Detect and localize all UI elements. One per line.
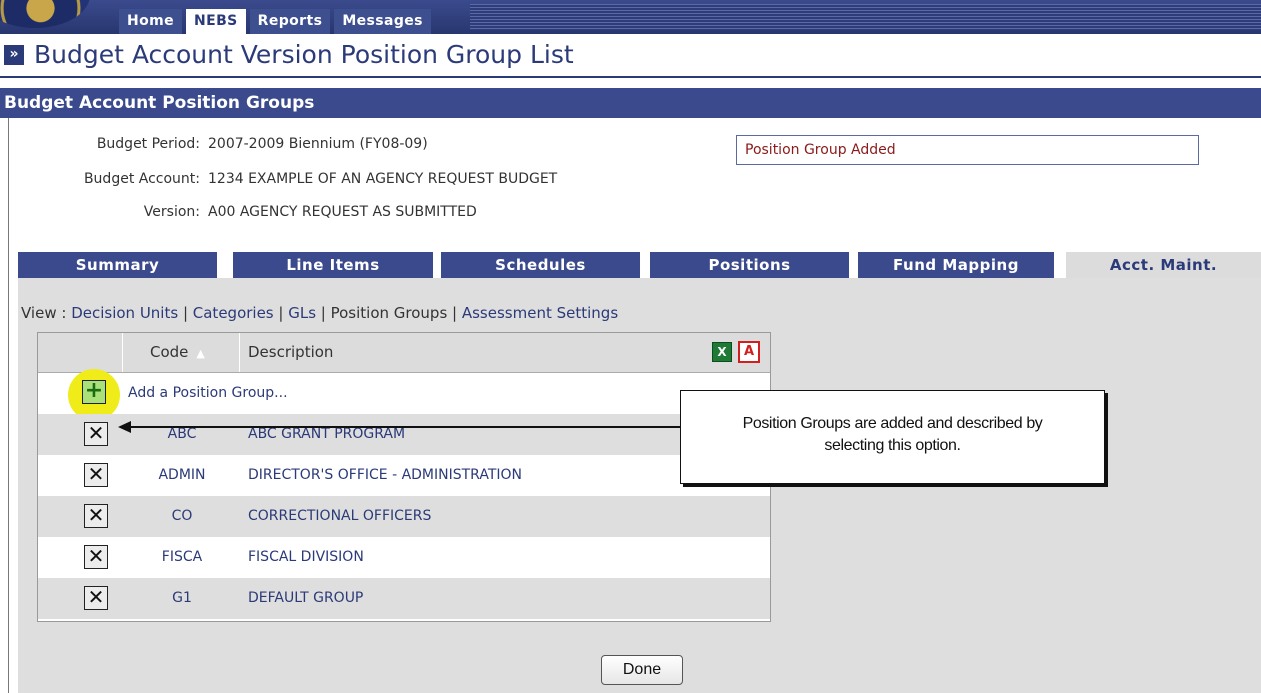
add-icon[interactable]: + xyxy=(82,380,106,404)
tab-acct-maint[interactable]: Acct. Maint. xyxy=(1066,252,1261,278)
delete-icon[interactable]: ✕ xyxy=(84,586,108,610)
state-seal-logo xyxy=(0,0,90,28)
row-description[interactable]: DEFAULT GROUP xyxy=(248,578,363,619)
callout-line-1: Position Groups are added and described … xyxy=(742,415,1043,432)
add-row: + Add a Position Group... xyxy=(38,369,770,421)
done-button[interactable]: Done xyxy=(601,655,683,685)
top-bar: Home NEBS Reports Messages xyxy=(0,0,1261,34)
excel-export-icon[interactable]: X xyxy=(712,342,732,362)
row-description[interactable]: FISCAL DIVISION xyxy=(248,537,364,578)
double-chevron-icon: » xyxy=(4,45,24,65)
add-position-group-link[interactable]: Add a Position Group... xyxy=(128,373,288,414)
table-header: Code ▲ Description X A xyxy=(38,333,770,373)
page-title: Budget Account Version Position Group Li… xyxy=(34,40,574,69)
annotation-callout: Position Groups are added and described … xyxy=(680,390,1105,484)
nav-home[interactable]: Home xyxy=(119,9,183,34)
callout-arrow-line xyxy=(130,426,680,428)
table-row: ✕ CO CORRECTIONAL OFFICERS xyxy=(38,496,770,537)
nav-nebs[interactable]: NEBS xyxy=(186,9,246,34)
row-code[interactable]: FISCA xyxy=(124,537,240,578)
tab-positions[interactable]: Positions xyxy=(650,252,849,278)
budget-period-value: 2007-2009 Biennium (FY08-09) xyxy=(208,136,428,152)
callout-line-2: selecting this option. xyxy=(824,437,961,454)
nav-messages[interactable]: Messages xyxy=(334,9,431,34)
row-code[interactable]: ABC xyxy=(124,414,240,455)
tab-strip: Summary Line Items Schedules Positions F… xyxy=(18,252,1261,278)
header-description[interactable]: Description xyxy=(241,333,333,372)
view-link-categories[interactable]: Categories xyxy=(193,304,274,322)
status-message: Position Group Added xyxy=(736,135,1199,165)
header-code-label: Code xyxy=(150,343,189,361)
view-separator: | xyxy=(316,304,331,322)
view-link-assessment-settings[interactable]: Assessment Settings xyxy=(462,304,618,322)
position-group-table: Code ▲ Description X A + Add a Position G… xyxy=(37,332,771,622)
budget-period-label: Budget Period: xyxy=(96,136,200,152)
tab-summary[interactable]: Summary xyxy=(18,252,217,278)
row-description[interactable]: CORRECTIONAL OFFICERS xyxy=(248,496,431,537)
row-code[interactable]: CO xyxy=(124,496,240,537)
table-row: ✕ FISCA FISCAL DIVISION xyxy=(38,537,770,578)
tab-line-items[interactable]: Line Items xyxy=(233,252,433,278)
view-links: View : Decision Units | Categories | GLs… xyxy=(21,304,618,322)
view-prefix: View : xyxy=(21,304,72,322)
budget-account-value: 1234 EXAMPLE OF AN AGENCY REQUEST BUDGET xyxy=(208,171,558,187)
header-code[interactable]: Code ▲ xyxy=(124,333,240,372)
main-nav: Home NEBS Reports Messages xyxy=(119,9,431,34)
version-label: Version: xyxy=(143,204,200,220)
row-code[interactable]: G1 xyxy=(124,578,240,619)
pdf-export-icon[interactable]: A xyxy=(738,341,760,363)
budget-account-label: Budget Account: xyxy=(83,171,200,187)
tab-fund-mapping[interactable]: Fund Mapping xyxy=(858,252,1054,278)
version-value: A00 AGENCY REQUEST AS SUBMITTED xyxy=(208,204,477,220)
delete-icon[interactable]: ✕ xyxy=(84,545,108,569)
header-action-column xyxy=(38,333,123,372)
delete-icon[interactable]: ✕ xyxy=(84,463,108,487)
view-separator: | xyxy=(178,304,193,322)
tab-schedules[interactable]: Schedules xyxy=(441,252,640,278)
section-header: Budget Account Position Groups xyxy=(0,88,1261,118)
header-stripes xyxy=(470,4,1261,30)
nav-reports[interactable]: Reports xyxy=(249,9,331,34)
sort-ascending-icon: ▲ xyxy=(196,347,205,360)
table-row: ✕ ADMIN DIRECTOR'S OFFICE - ADMINISTRATI… xyxy=(38,455,770,496)
row-description[interactable]: DIRECTOR'S OFFICE - ADMINISTRATION xyxy=(248,455,522,496)
page-title-row: » Budget Account Version Position Group … xyxy=(0,36,1261,78)
view-separator: | xyxy=(273,304,289,322)
table-row: ✕ ABC ABC GRANT PROGRAM xyxy=(38,414,770,455)
view-current-position-groups: Position Groups xyxy=(330,304,448,322)
view-link-decision-units[interactable]: Decision Units xyxy=(71,304,178,322)
delete-icon[interactable]: ✕ xyxy=(84,422,108,446)
view-separator: | xyxy=(447,304,462,322)
table-row: ✕ G1 DEFAULT GROUP xyxy=(38,578,770,619)
row-description[interactable]: ABC GRANT PROGRAM xyxy=(248,414,405,455)
callout-arrow-head xyxy=(118,421,131,433)
view-link-gls[interactable]: GLs xyxy=(288,304,316,322)
delete-icon[interactable]: ✕ xyxy=(84,504,108,528)
row-code[interactable]: ADMIN xyxy=(124,455,240,496)
